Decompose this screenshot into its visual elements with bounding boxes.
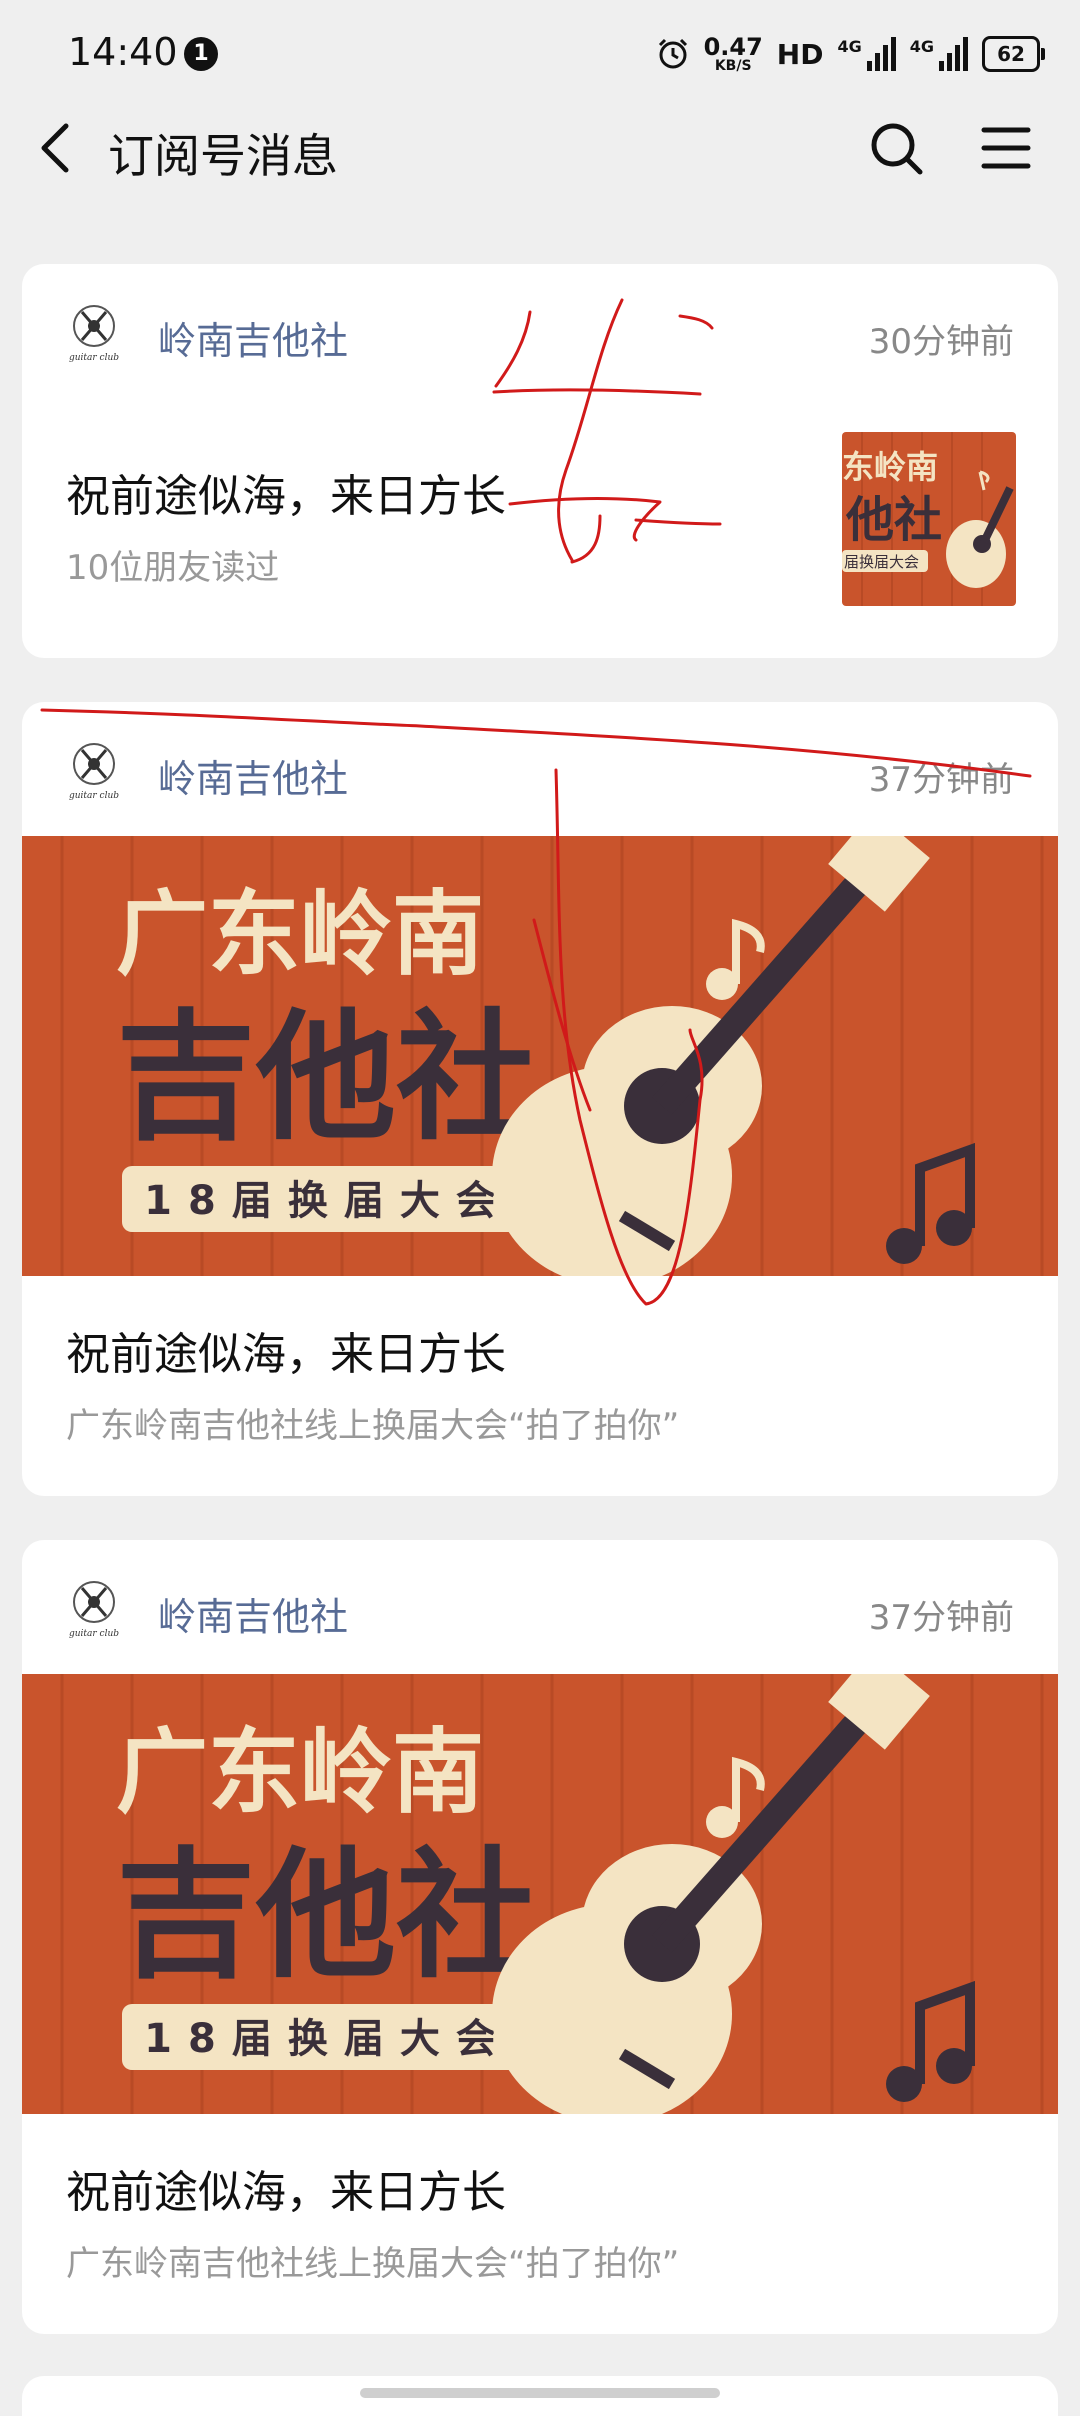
account-avatar[interactable]: guitar club (62, 1576, 126, 1640)
network-type-2: 4G (909, 37, 934, 56)
status-time: 14:40 (68, 30, 178, 74)
signal-icon-2: 4G (910, 37, 968, 71)
network-speed: 0.47 KB/S (704, 35, 763, 73)
article-thumbnail[interactable]: 东岭南 他社 届换届大会 (842, 432, 1016, 606)
network-type-1: 4G (837, 37, 862, 56)
search-icon[interactable] (866, 118, 926, 178)
battery-icon: 62 (982, 36, 1045, 72)
article-summary: 广东岭南吉他社线上换届大会“拍了拍你” (66, 2244, 680, 2284)
article-cover-image[interactable]: 广东岭南 吉他社 18届换届大会 (22, 810, 1058, 1286)
hd-indicator: HD (776, 37, 824, 71)
card-header: guitar club 岭南吉他社 37分钟前 (22, 702, 1058, 836)
notification-badge: 1 (184, 37, 218, 71)
article-title[interactable]: 祝前途似海，来日方长 (66, 460, 506, 524)
back-arrow-icon[interactable] (28, 118, 88, 178)
status-bar: 14:40 1 0.47 KB/S HD 4G 4G 62 (0, 0, 1080, 108)
status-icons: 0.47 KB/S HD 4G 4G 62 (656, 30, 1045, 78)
alarm-icon (658, 38, 687, 69)
banner-text-1: 广东岭南 (116, 881, 484, 988)
thumb-text-1: 东岭南 (842, 448, 938, 486)
message-time: 37分钟前 (868, 760, 1014, 800)
account-name[interactable]: 岭南吉他社 (158, 310, 348, 365)
article-title[interactable]: 祝前途似海，来日方长 (66, 1318, 506, 1382)
account-name[interactable]: 岭南吉他社 (158, 1586, 348, 1641)
page-title: 订阅号消息 (108, 129, 338, 183)
signal-icon-1: 4G (837, 37, 896, 71)
message-time: 30分钟前 (868, 322, 1014, 362)
avatar-caption: guitar club (69, 353, 119, 363)
article-card[interactable]: guitar club 岭南吉他社 37分钟前 广东岭南 吉他社 18届换届大会 (22, 702, 1058, 1496)
thumb-text-2: 他社 (845, 492, 942, 548)
article-cover-image[interactable]: 广东岭南 吉他社 18届换届大会 (22, 1648, 1058, 2124)
avatar-caption: guitar club (69, 1629, 119, 1639)
article-card[interactable]: guitar club 岭南吉他社 30分钟前 祝前途似海，来日方长 10位朋友… (22, 264, 1058, 658)
article-title[interactable]: 祝前途似海，来日方长 (66, 2156, 506, 2220)
account-avatar[interactable]: guitar club (62, 300, 126, 364)
banner-text-2: 吉他社 (116, 997, 536, 1160)
banner-text-1: 广东岭南 (116, 1719, 484, 1826)
article-card[interactable]: guitar club 岭南吉他社 37分钟前 广东岭南 吉他社 18届换届大会 (22, 1540, 1058, 2334)
home-indicator[interactable] (360, 2388, 720, 2398)
banner-text-2: 吉他社 (116, 1835, 536, 1998)
message-time: 37分钟前 (868, 1598, 1014, 1638)
thumb-text-3: 届换届大会 (844, 553, 919, 571)
read-count: 10位朋友读过 (66, 548, 280, 588)
network-speed-unit: KB/S (714, 58, 752, 74)
menu-icon[interactable] (976, 118, 1036, 178)
card-header: guitar club 岭南吉他社 30分钟前 (22, 264, 1058, 398)
card-header: guitar club 岭南吉他社 37分钟前 (22, 1540, 1058, 1674)
banner-tag: 18届换届大会 (144, 1178, 512, 1224)
network-speed-value: 0.47 (703, 33, 763, 61)
account-name[interactable]: 岭南吉他社 (158, 748, 348, 803)
account-avatar[interactable]: guitar club (62, 738, 126, 802)
article-summary: 广东岭南吉他社线上换届大会“拍了拍你” (66, 1406, 680, 1446)
banner-tag: 18届换届大会 (144, 2016, 512, 2062)
avatar-caption: guitar club (69, 791, 119, 801)
